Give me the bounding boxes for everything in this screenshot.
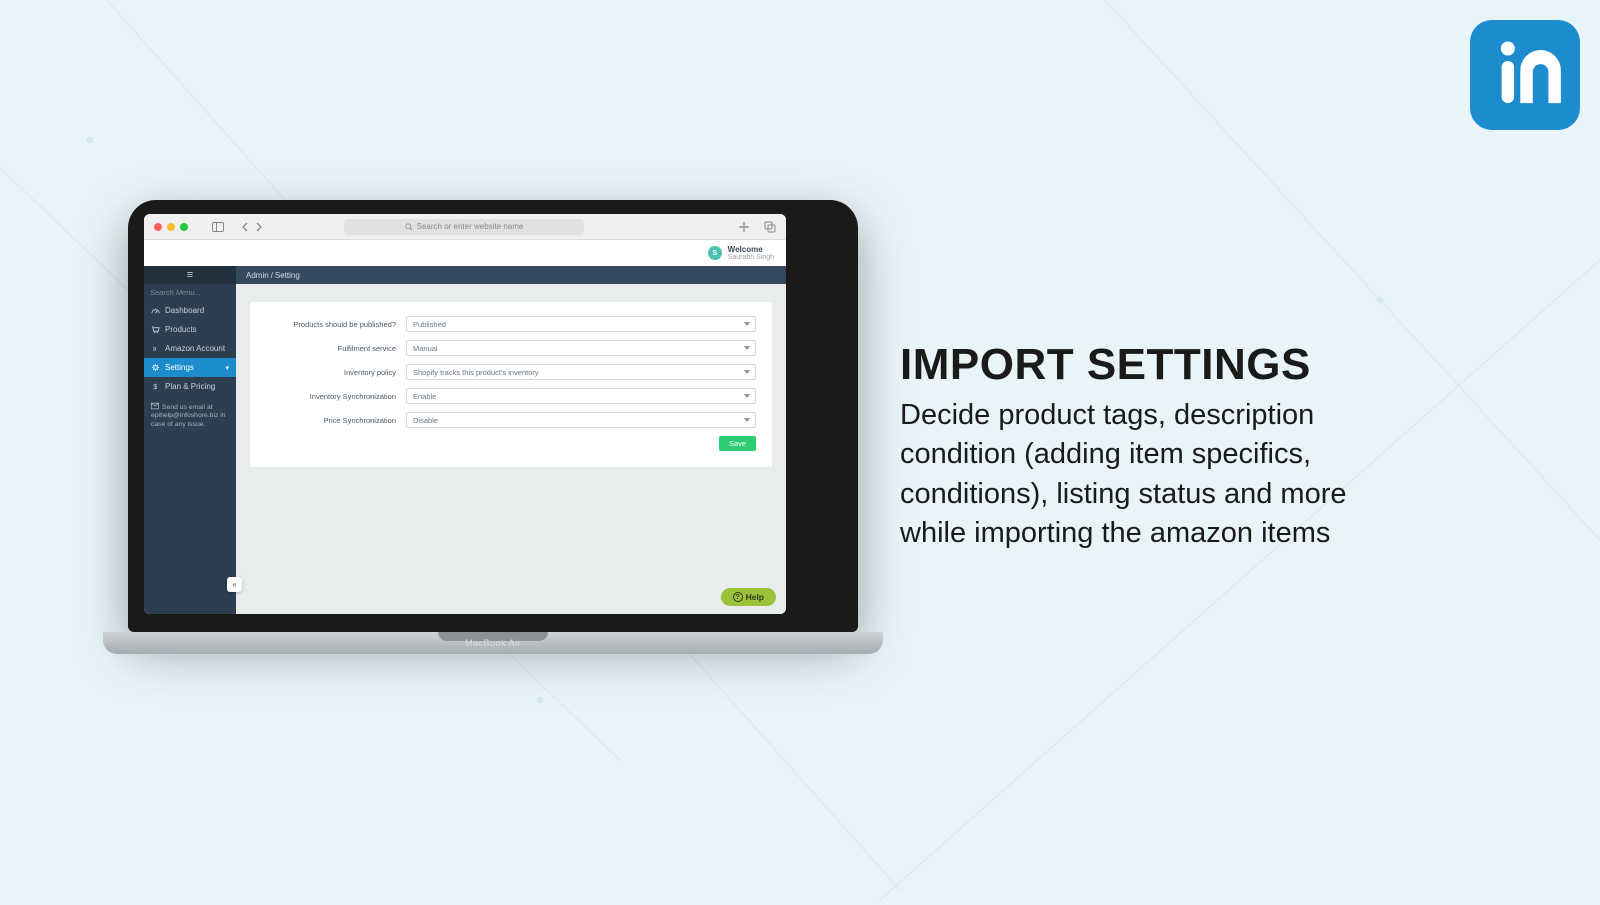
field-label: Price Synchronization bbox=[266, 416, 396, 425]
welcome-label: Welcome bbox=[728, 246, 774, 254]
marketing-copy: IMPORT SETTINGS Decide product tags, des… bbox=[900, 340, 1420, 554]
marketing-title: IMPORT SETTINGS bbox=[900, 340, 1420, 390]
field-label: Inventory Synchronization bbox=[266, 392, 396, 401]
help-button[interactable]: ? Help bbox=[721, 588, 776, 606]
cart-icon bbox=[151, 325, 160, 334]
sidebar-item-label: Amazon Account bbox=[165, 344, 225, 353]
breadcrumb-current: Setting bbox=[275, 271, 300, 280]
sidebar-toggle-icon[interactable] bbox=[212, 222, 224, 232]
brand-logo bbox=[1470, 20, 1580, 130]
field-label: Products should be published? bbox=[266, 320, 396, 329]
chevron-down-icon: ▾ bbox=[225, 364, 229, 372]
window-controls[interactable] bbox=[154, 223, 188, 231]
sidebar-item-label: Products bbox=[165, 325, 197, 334]
browser-toolbar: Search or enter website name bbox=[144, 214, 786, 240]
published-select[interactable]: Published bbox=[406, 316, 756, 332]
maximize-icon[interactable] bbox=[180, 223, 188, 231]
marketing-body: Decide product tags, description conditi… bbox=[900, 396, 1420, 554]
field-label: Fulfilment service bbox=[266, 344, 396, 353]
dashboard-icon bbox=[151, 306, 160, 315]
new-tab-icon[interactable] bbox=[738, 221, 750, 233]
gear-icon bbox=[151, 363, 160, 372]
laptop-mockup: Search or enter website name S Welcome S… bbox=[128, 200, 858, 654]
user-name: Saurabh Singh bbox=[728, 254, 774, 261]
sidebar-help-text: Send us email at epihelp@infoshore.biz i… bbox=[144, 396, 236, 435]
address-bar[interactable]: Search or enter website name bbox=[344, 219, 584, 235]
app-header: S Welcome Saurabh Singh bbox=[144, 240, 786, 266]
address-placeholder: Search or enter website name bbox=[417, 222, 524, 231]
fulfilment-select[interactable]: Manual bbox=[406, 340, 756, 356]
sidebar-item-plan[interactable]: $ Plan & Pricing bbox=[144, 377, 236, 396]
sidebar-item-settings[interactable]: Settings ▾ bbox=[144, 358, 236, 377]
forward-icon[interactable] bbox=[254, 222, 264, 232]
breadcrumb: Admin/Setting bbox=[236, 266, 786, 284]
sidebar-item-amazon[interactable]: a Amazon Account bbox=[144, 339, 236, 358]
breadcrumb-root[interactable]: Admin bbox=[246, 271, 269, 280]
tabs-icon[interactable] bbox=[764, 221, 776, 233]
save-button[interactable]: Save bbox=[719, 436, 756, 451]
sidebar-item-label: Dashboard bbox=[165, 306, 204, 315]
inventory-policy-select[interactable]: Shopify tracks this product's inventory bbox=[406, 364, 756, 380]
sidebar-item-label: Settings bbox=[165, 363, 194, 372]
inventory-sync-select[interactable]: Enable bbox=[406, 388, 756, 404]
avatar[interactable]: S bbox=[708, 246, 722, 260]
field-label: Inventory policy bbox=[266, 368, 396, 377]
sidebar-item-dashboard[interactable]: Dashboard bbox=[144, 301, 236, 320]
sidebar: ≡ Search Menu... Dashboard Products a Am… bbox=[144, 266, 236, 614]
amazon-icon: a bbox=[151, 344, 160, 353]
svg-text:$: $ bbox=[153, 382, 157, 391]
back-icon[interactable] bbox=[240, 222, 250, 232]
minimize-icon[interactable] bbox=[167, 223, 175, 231]
laptop-model-label: MacBook Air bbox=[465, 638, 521, 648]
sidebar-item-products[interactable]: Products bbox=[144, 320, 236, 339]
close-icon[interactable] bbox=[154, 223, 162, 231]
price-sync-select[interactable]: Disable bbox=[406, 412, 756, 428]
sidebar-search[interactable]: Search Menu... bbox=[144, 284, 236, 301]
settings-card: Products should be published? Published … bbox=[250, 302, 772, 467]
sidebar-item-label: Plan & Pricing bbox=[165, 382, 215, 391]
mail-icon bbox=[151, 402, 159, 410]
hamburger-icon[interactable]: ≡ bbox=[144, 266, 236, 284]
svg-text:a: a bbox=[153, 345, 157, 352]
help-icon: ? bbox=[733, 592, 743, 602]
search-icon bbox=[405, 223, 413, 231]
dollar-icon: $ bbox=[151, 382, 160, 391]
